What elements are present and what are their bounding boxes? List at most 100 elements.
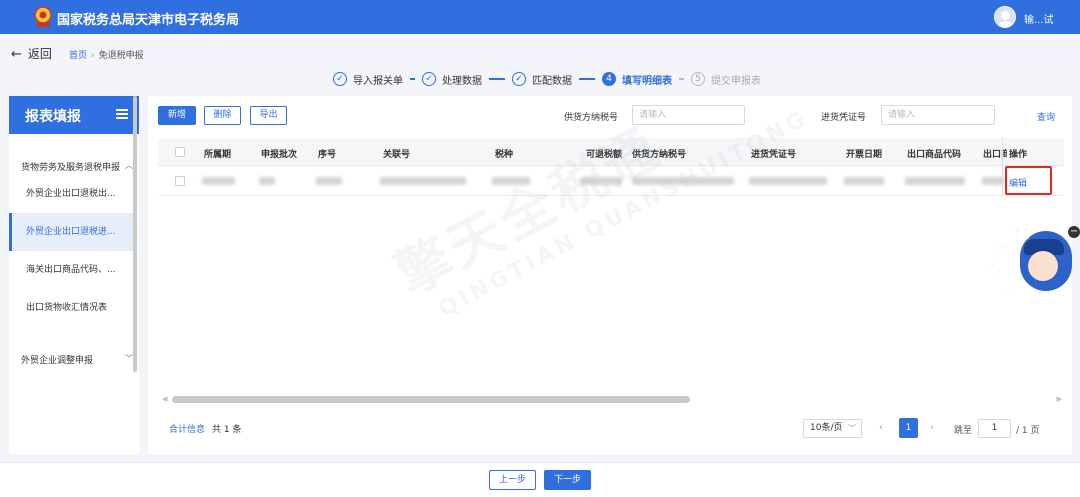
sidebar-item-export-receipt[interactable]: 出口货物收汇情况表 (9, 289, 135, 327)
column-header: 供货方纳税号 (632, 150, 687, 160)
redacted-cell (259, 177, 275, 185)
chevron-down-icon: ﹀ (125, 354, 133, 363)
sidebar-group-adjustment[interactable]: 外贸企业调整申报 ﹀ (21, 353, 133, 366)
export-button[interactable]: 导出 (250, 106, 287, 125)
next-page-icon[interactable]: › (930, 422, 934, 433)
prev-step-button[interactable]: 上一步 (489, 470, 536, 490)
step-process-data: ✓ 处理数据 (422, 72, 482, 87)
sidebar-item-export-refund-in[interactable]: 外贸企业出口退税进... (9, 213, 135, 251)
page-number-current[interactable]: 1 (899, 418, 918, 438)
redacted-cell (749, 177, 827, 185)
sidebar-header: 报表填报 (9, 96, 139, 134)
step-fill-details: 4 填写明细表 (602, 72, 672, 87)
jump-to-label: 跳至 (954, 426, 973, 436)
redacted-cell (905, 177, 965, 185)
column-header: 所属期 (204, 150, 232, 160)
step-complete-icon: ✓ (333, 72, 347, 86)
redacted-cell (632, 177, 734, 185)
interaction-assistant-widget[interactable]: 征 纳 互 动 (984, 221, 1074, 303)
step-label: 处理数据 (442, 75, 482, 87)
redacted-cell (580, 177, 622, 185)
assistant-face (1028, 251, 1058, 281)
step-label: 导入报关单 (353, 75, 403, 87)
redacted-cell (844, 177, 884, 185)
column-header: 申报批次 (261, 150, 298, 160)
column-header: 出口商品代码 (907, 150, 962, 160)
step-label: 提交申报表 (711, 75, 761, 87)
assistant-char: 征 (1014, 223, 1030, 242)
menu-collapse-icon[interactable] (116, 109, 128, 119)
arrow-left-icon: ← (11, 47, 22, 62)
sidebar-group-label: 货物劳务及服务退税申报 (21, 163, 121, 173)
step-label: 匹配数据 (532, 75, 572, 87)
step-number: 4 (602, 72, 616, 86)
scrollbar-thumb[interactable] (172, 396, 690, 403)
app-title: 国家税务总局天津市电子税务局 (57, 13, 240, 28)
sidebar-item-customs-code[interactable]: 海关出口商品代码、... (9, 251, 135, 289)
tax-bureau-logo-icon (34, 6, 52, 27)
add-button[interactable]: 新增 (158, 106, 196, 125)
username[interactable]: 输...试 (1024, 11, 1054, 26)
sidebar: 报表填报 货物劳务及服务退税申报 ︿ 外贸企业出口退税出... 外贸企业出口退税… (9, 96, 139, 454)
supplier-tax-id-input[interactable] (632, 105, 745, 125)
query-button[interactable]: 查询 (1037, 110, 1055, 123)
voucher-number-label: 进货凭证号 (821, 113, 867, 123)
chevron-down-icon: ﹀ (848, 424, 856, 433)
assistant-char: 纳 (992, 238, 1008, 257)
jump-page-input[interactable]: 1 (978, 419, 1011, 438)
main-panel: 新增 删除 导出 供货方纳税号 进货凭证号 查询 所属期 申报批次 序号 关联号… (148, 96, 1072, 454)
delete-button[interactable]: 删除 (204, 106, 241, 125)
footer-bar: 上一步 下一步 (0, 462, 1080, 497)
step-import-declaration: ✓ 导入报关单 (333, 72, 403, 87)
step-complete-icon: ✓ (422, 72, 436, 86)
top-header: 国家税务总局天津市电子税务局 输...试 (0, 0, 1080, 34)
select-all-checkbox[interactable] (175, 147, 185, 157)
redacted-cell (492, 177, 530, 185)
sidebar-item-export-refund-out[interactable]: 外贸企业出口退税出... (9, 175, 135, 213)
column-header: 税种 (495, 150, 514, 160)
prev-page-icon[interactable]: ‹ (879, 422, 883, 433)
summary-info-link[interactable]: 合计信息 (169, 425, 205, 435)
redacted-cell (982, 177, 1004, 185)
next-step-button[interactable]: 下一步 (544, 470, 591, 490)
breadcrumb-home[interactable]: 首页 (69, 51, 87, 61)
user-avatar-icon[interactable] (994, 6, 1016, 28)
sidebar-group-goods-refund[interactable]: 货物劳务及服务退税申报 ︿ (21, 160, 133, 173)
supplier-tax-id-label: 供货方纳税号 (564, 113, 619, 123)
breadcrumb-current: 免退税申报 (98, 51, 144, 61)
breadcrumb-separator: › (91, 51, 95, 61)
column-header: 序号 (318, 150, 337, 160)
step-connector (489, 78, 505, 80)
redacted-cell (380, 177, 466, 185)
table-header: 所属期 申报批次 序号 关联号 税种 可退税额 供货方纳税号 进货凭证号 开票日… (158, 138, 1064, 166)
scroll-left-icon[interactable]: ◀ (162, 395, 167, 403)
table-row: 编辑 (158, 166, 1064, 196)
breadcrumb: 首页 › 免退税申报 (69, 48, 144, 61)
step-connector (579, 78, 595, 80)
back-button[interactable]: ← 返回 (11, 45, 52, 62)
table-summary: 合计信息共 1 条 (169, 422, 241, 435)
page-size-select[interactable]: 10条/页 ﹀ (803, 419, 862, 438)
sidebar-scrollbar[interactable] (133, 96, 137, 372)
minus-icon[interactable]: − (1068, 226, 1080, 238)
assistant-char: 动 (1002, 280, 1018, 299)
column-header: 开票日期 (846, 150, 883, 160)
column-header: 出口商 (983, 150, 1007, 160)
back-label: 返回 (27, 47, 52, 61)
page-size-value: 10条/页 (810, 423, 843, 433)
column-header: 进货凭证号 (751, 150, 797, 160)
step-label: 填写明细表 (622, 75, 672, 87)
highlight-box (1005, 166, 1052, 195)
sidebar-group-label: 外贸企业调整申报 (21, 356, 94, 366)
redacted-cell (316, 177, 342, 185)
total-pages: / 1 页 (1016, 426, 1040, 436)
step-connector (679, 78, 684, 80)
table-horizontal-scrollbar[interactable]: ◀ ▶ (162, 393, 1062, 405)
step-number: 5 (691, 72, 705, 86)
voucher-number-input[interactable] (881, 105, 995, 125)
row-checkbox[interactable] (175, 176, 185, 186)
scroll-right-icon[interactable]: ▶ (1057, 395, 1062, 403)
column-header: 操作 (1009, 150, 1028, 160)
sidebar-title: 报表填报 (25, 109, 81, 125)
step-complete-icon: ✓ (512, 72, 526, 86)
